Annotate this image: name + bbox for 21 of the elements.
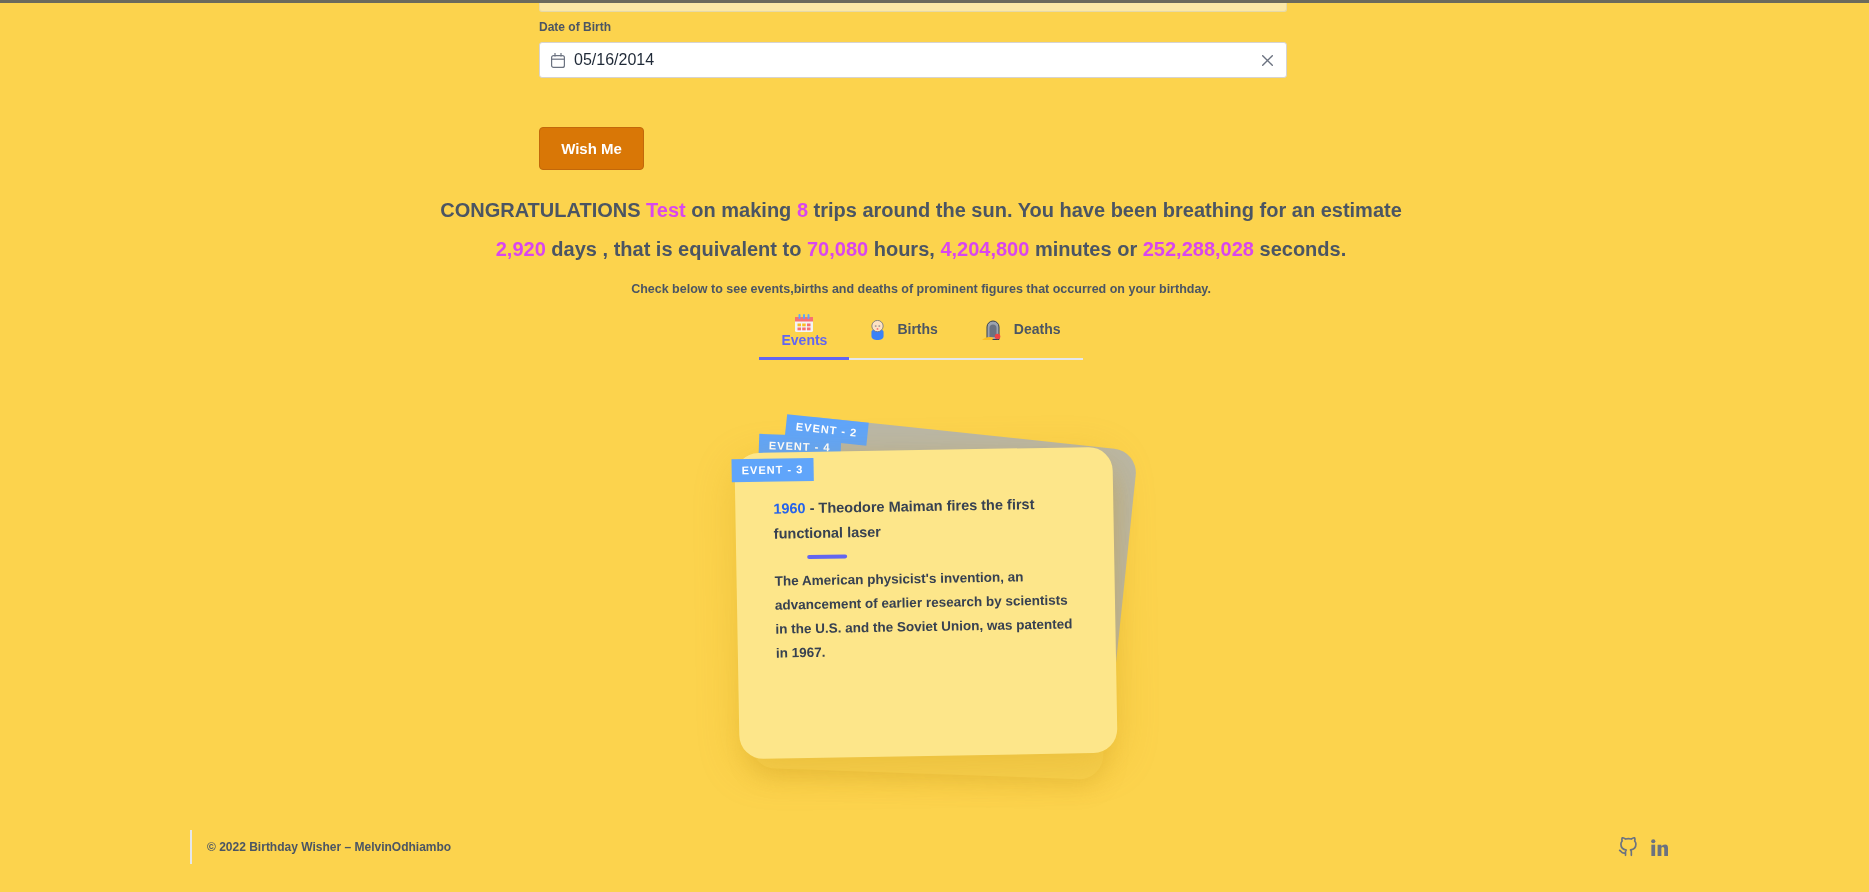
baby-icon xyxy=(871,319,885,340)
congratulations-message: CONGRATULATIONS Test on making 8 trips around the sun. You have been breathing for an estimate 2,920 days , that is equivalent to 70,080 hours, 4,204,800 minutes or 252,288,028 seconds. xyxy=(439,198,1403,262)
divider-line xyxy=(807,554,848,560)
clear-icon[interactable] xyxy=(1262,54,1273,66)
github-icon[interactable] xyxy=(1618,837,1638,857)
tab[interactable]: Events xyxy=(759,311,850,360)
text-field[interactable] xyxy=(539,3,1287,12)
linkedin-icon[interactable] xyxy=(1651,838,1668,856)
event-title: 1960 - Theodore Maiman fires the first functional laser xyxy=(773,495,1036,544)
wish-me-button[interactable]: Wish Me xyxy=(539,127,644,170)
tab[interactable]: Births xyxy=(849,311,960,360)
card-tag: EVENT - 3 xyxy=(731,457,814,483)
copyright-text: © 2022 Birthday Wisher – MelvinOdhiambo xyxy=(207,840,452,854)
tab[interactable]: Deaths xyxy=(959,311,1083,360)
calendar-icon xyxy=(795,314,814,332)
event-description: The American physicist's invention, an advancement of earlier research by scientists in the U.S. and the Soviet Union, was patented in 1967. xyxy=(774,568,1074,663)
calendar-icon xyxy=(551,52,565,68)
date-field[interactable]: 05/16/2014 xyxy=(539,42,1287,78)
hint-text: Check below to see events,births and deaths of prominent figures that occurred on your birthday. xyxy=(631,281,1211,298)
field-label: Date of Birth xyxy=(539,20,611,34)
gravestone-icon xyxy=(981,319,1001,340)
